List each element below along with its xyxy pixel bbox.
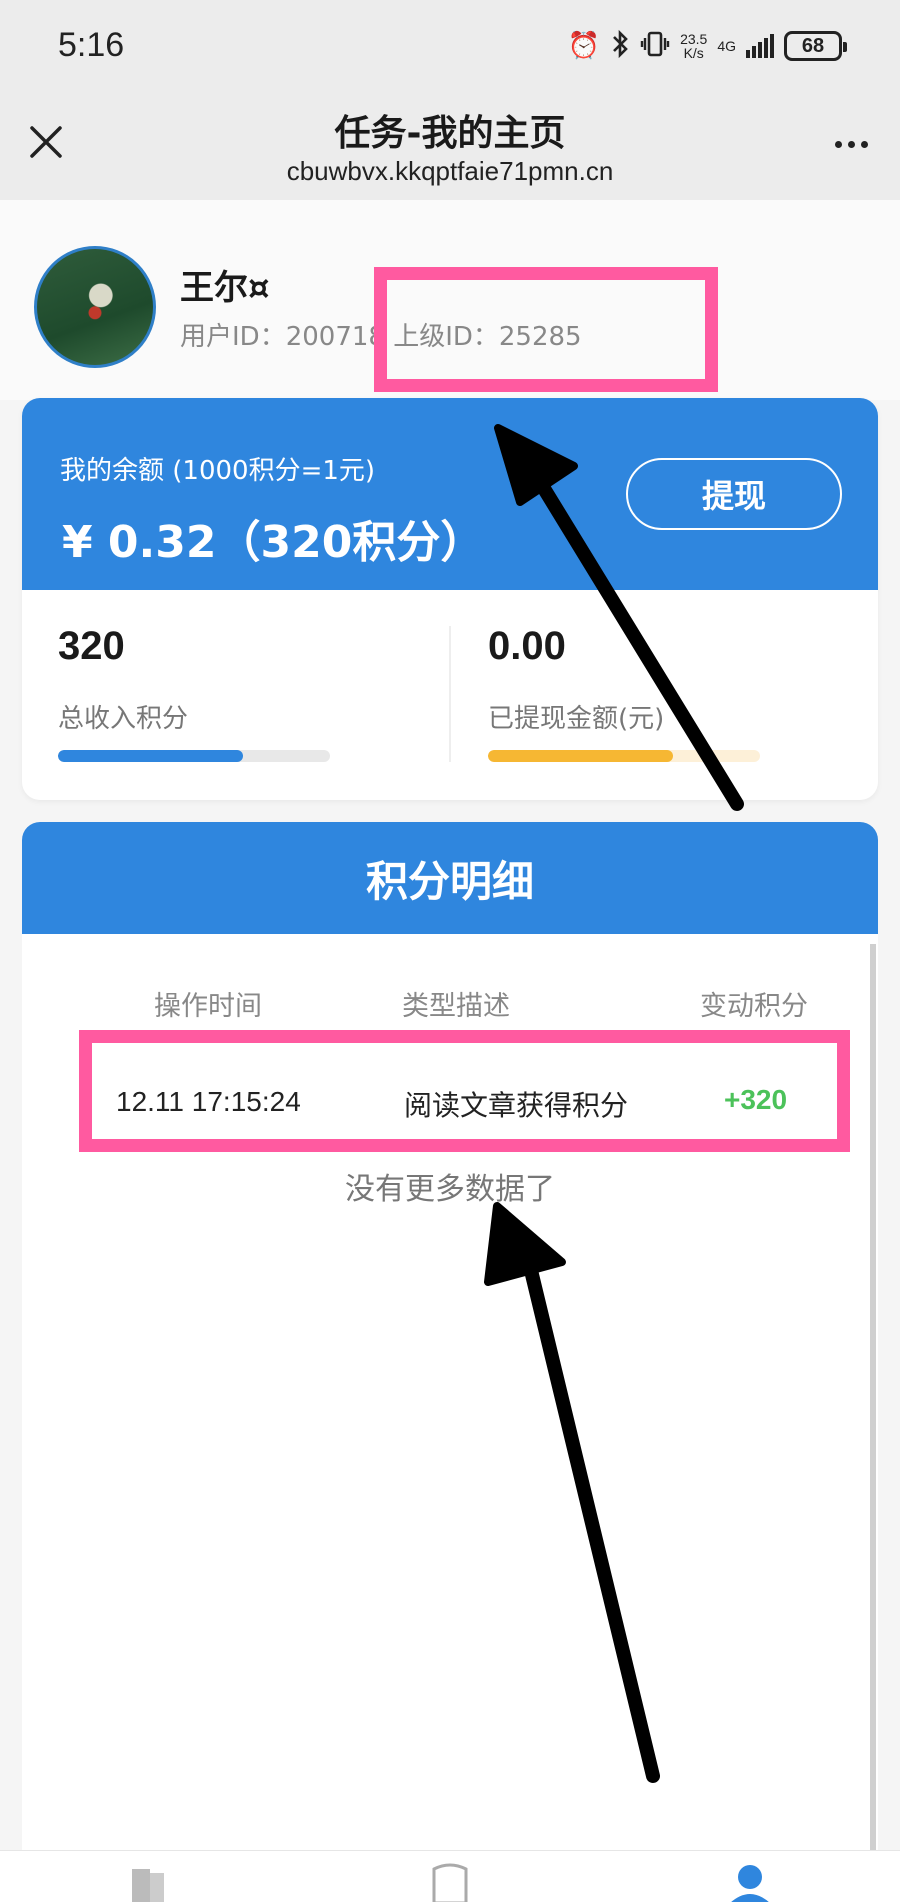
points-detail-card: 积分明细 操作时间 类型描述 变动积分 12.11 17:15:24 阅读文章获…	[22, 822, 878, 1902]
nav-profile[interactable]	[720, 1861, 780, 1902]
net-speed-value: 23.5	[680, 31, 708, 47]
more-dot-icon	[834, 140, 842, 148]
total-points-progress	[58, 750, 330, 762]
battery-level: 68	[801, 34, 825, 57]
page-url: cbuwbvx.kkqptfaie71pmn.cn	[286, 156, 614, 186]
page-title: 任务-我的主页	[334, 113, 566, 154]
balance-card: 我的余额 (1000积分=1元) ¥ 0.32（320积分） 提现 320 总收…	[22, 398, 878, 800]
total-points-value: 320	[58, 624, 125, 668]
status-icons: ⏰ 23.5 K/s 4G 68	[567, 26, 847, 66]
withdraw-button[interactable]: 提现	[626, 458, 842, 530]
status-time: 5:16	[58, 26, 125, 64]
withdrawn-label: 已提现金额(元)	[488, 704, 665, 734]
total-points-stat: 320 总收入积分	[22, 590, 450, 800]
profile-icon	[731, 1865, 769, 1902]
bluetooth-icon	[610, 29, 630, 64]
row-time: 12.11 17:15:24	[116, 1086, 301, 1117]
balance-amount: ¥ 0.32（320积分）	[62, 517, 485, 568]
points-detail-title: 积分明细	[22, 822, 878, 934]
table-header: 操作时间 类型描述 变动积分	[22, 984, 878, 1024]
no-more-data: 没有更多数据了	[345, 1172, 555, 1207]
more-button[interactable]	[826, 126, 876, 162]
row-type: 阅读文章获得积分	[404, 1089, 629, 1122]
total-points-progress-fill	[58, 750, 243, 762]
network-type: 4G	[717, 38, 736, 54]
column-header-type: 类型描述	[402, 991, 510, 1022]
title-bar: 任务-我的主页 cbuwbvx.kkqptfaie71pmn.cn	[0, 90, 900, 200]
user-ids: 用户ID：200718 上级ID：25285	[180, 322, 582, 352]
avatar[interactable]	[34, 246, 156, 368]
withdrawn-stat: 0.00 已提现金额(元)	[450, 590, 878, 800]
profile-section: 王尔¤ 用户ID：200718 上级ID：25285	[0, 200, 900, 400]
balance-header: 我的余额 (1000积分=1元) ¥ 0.32（320积分） 提现	[22, 398, 878, 590]
balance-label: 我的余额 (1000积分=1元)	[60, 456, 376, 486]
withdrawn-progress	[488, 750, 760, 762]
table-row: 12.11 17:15:24 阅读文章获得积分 +320	[22, 1054, 878, 1150]
bottom-nav	[0, 1850, 900, 1902]
nav-home[interactable]	[118, 1861, 178, 1902]
withdrawn-progress-fill	[488, 750, 673, 762]
alarm-icon: ⏰	[567, 31, 601, 61]
vibrate-icon	[640, 29, 670, 64]
withdrawn-value: 0.00	[488, 624, 566, 668]
username: 王尔¤	[180, 268, 270, 308]
nav-task[interactable]	[420, 1861, 480, 1902]
total-points-label: 总收入积分	[58, 704, 189, 734]
more-dot-icon	[847, 140, 855, 148]
row-points: +320	[724, 1084, 788, 1115]
column-header-points: 变动积分	[700, 991, 808, 1022]
home-icon	[132, 1869, 164, 1902]
net-speed-unit: K/s	[683, 45, 704, 61]
column-header-time: 操作时间	[154, 991, 262, 1022]
status-bar: 5:16 ⏰ 23.5 K/s 4G 68	[0, 0, 900, 90]
signal-icon	[746, 34, 774, 58]
task-icon	[432, 1863, 468, 1902]
net-speed: 23.5 K/s	[680, 32, 707, 60]
battery-icon: 68	[784, 31, 847, 61]
more-dot-icon	[860, 140, 868, 148]
